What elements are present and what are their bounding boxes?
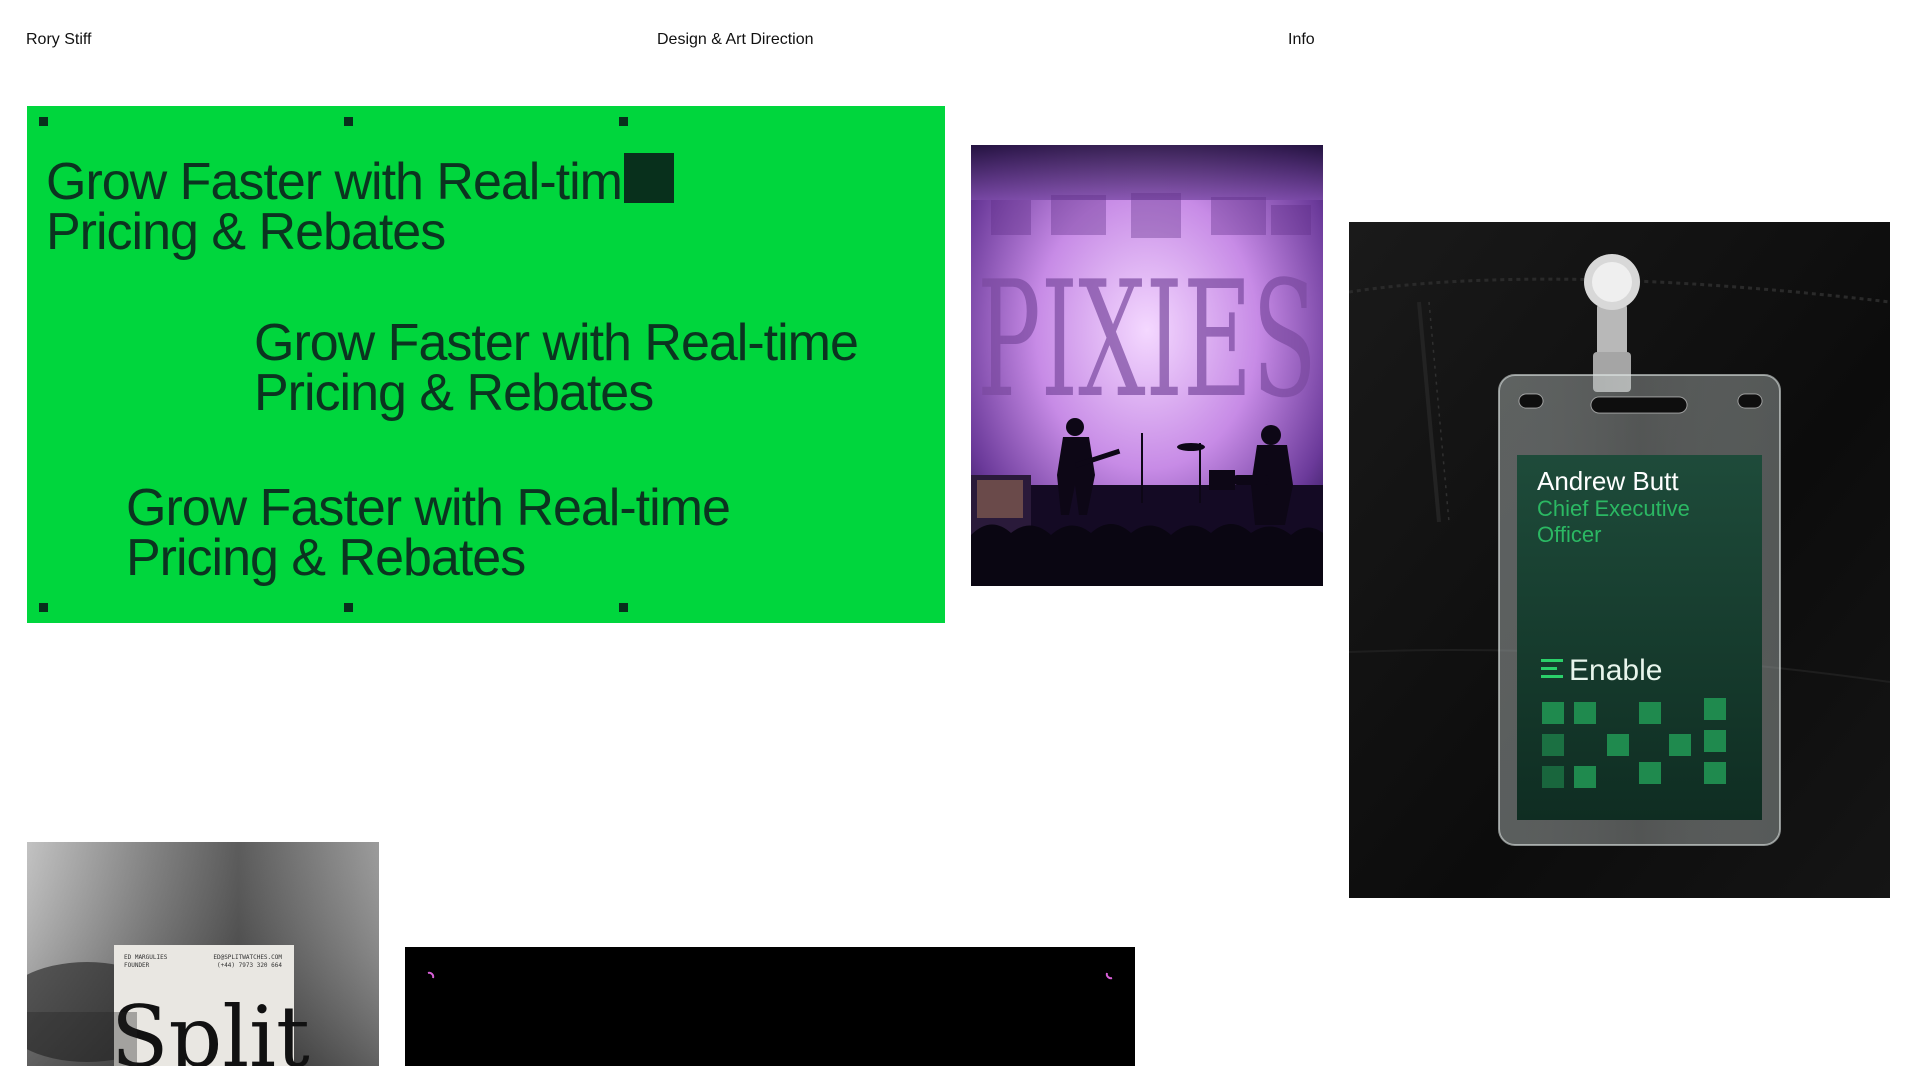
corner-mark-icon	[1105, 972, 1113, 980]
corner-marker	[344, 603, 353, 612]
typing-cursor	[624, 153, 674, 203]
info-link[interactable]: Info	[1288, 30, 1315, 50]
badge-title-line1: Chief Executive	[1537, 496, 1690, 521]
corner-marker	[619, 603, 628, 612]
card-right-line2: (+44) 7973 320 664	[217, 962, 282, 969]
headline-block: Grow Faster with Real-tim Pricing & Reba…	[46, 153, 674, 261]
site-name-link[interactable]: Rory Stiff	[26, 30, 92, 50]
corner-marker	[344, 117, 353, 126]
card-right-line1: ED@SPLITWATCHES.COM	[213, 954, 282, 961]
corner-mark-icon	[427, 971, 435, 979]
site-tagline: Design & Art Direction	[657, 31, 814, 48]
concert-photo: PIXIES	[971, 145, 1323, 586]
headline-line: Pricing & Rebates	[46, 203, 446, 261]
corner-marker	[619, 117, 628, 126]
project-tile-black[interactable]	[405, 947, 1135, 1066]
corner-marker	[39, 603, 48, 612]
headline-line: Pricing & Rebates	[126, 529, 526, 587]
project-tile-split-card[interactable]: ED MARGULIES FOUNDER ED@SPLITWATCHES.COM…	[27, 842, 379, 1066]
badge-name: Andrew Butt	[1537, 466, 1679, 496]
project-tile-enable-badge[interactable]: Andrew Butt Chief Executive Officer Enab…	[1349, 222, 1890, 898]
headline-block: Grow Faster with Real-time Pricing & Reb…	[254, 314, 859, 422]
headline-line: Pricing & Rebates	[254, 364, 654, 422]
project-tile-realtime-pricing[interactable]: Grow Faster with Real-tim Pricing & Reba…	[27, 106, 945, 623]
card-wordmark: Split	[111, 988, 310, 1066]
badge-photo: Andrew Butt Chief Executive Officer Enab…	[1349, 222, 1890, 898]
backdrop-text: PIXIES	[977, 246, 1317, 433]
badge-brand: Enable	[1569, 654, 1662, 687]
headline-line: Grow Faster with Real-time	[126, 479, 731, 537]
card-left-line1: ED MARGULIES	[124, 954, 168, 961]
corner-marker	[39, 117, 48, 126]
headline-line: Grow Faster with Real-time	[254, 314, 859, 372]
headline-block: Grow Faster with Real-time Pricing & Reb…	[126, 479, 731, 587]
badge-title-line2: Officer	[1537, 522, 1601, 547]
project-tile-concert-photo[interactable]: PIXIES	[971, 145, 1323, 586]
black-tile-artwork	[427, 971, 1113, 980]
portfolio-page: Rory Stiff Design & Art Direction Info G…	[0, 0, 1920, 1066]
card-left-line2: FOUNDER	[124, 962, 150, 969]
business-card-photo: ED MARGULIES FOUNDER ED@SPLITWATCHES.COM…	[27, 842, 379, 1066]
